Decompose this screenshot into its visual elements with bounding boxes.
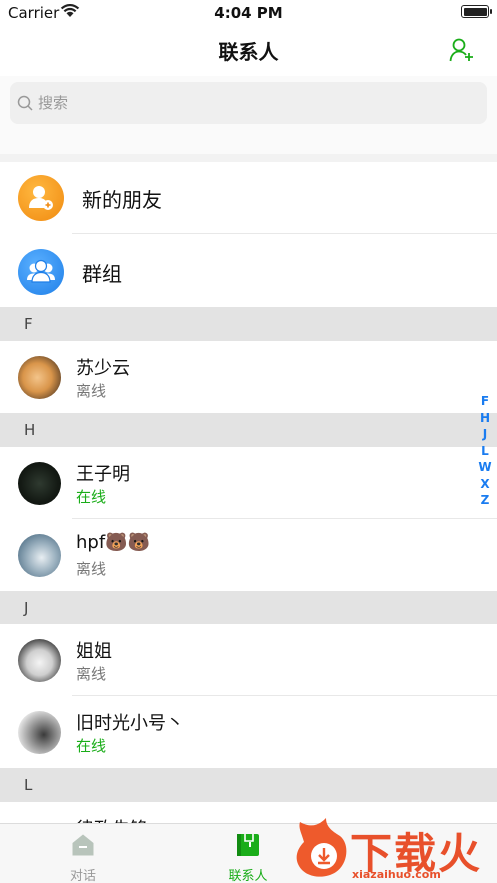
- section-letter: J: [24, 599, 29, 617]
- contact-name: 王子明: [76, 464, 130, 485]
- search-input[interactable]: [38, 82, 478, 124]
- groups-label: 群组: [82, 262, 122, 286]
- avatar: [18, 356, 61, 399]
- index-letter[interactable]: W: [478, 459, 492, 476]
- page-title: 联系人: [218, 40, 279, 64]
- chat-icon: [72, 834, 94, 856]
- contacts-icon: [237, 834, 259, 856]
- divider: [72, 233, 497, 234]
- contact-name: 姐姐: [76, 641, 112, 662]
- alphabet-index[interactable]: F H J L W X Z: [478, 393, 492, 509]
- contact-row[interactable]: hpf🐻🐻 离线: [0, 519, 497, 591]
- contact-status: 离线: [76, 382, 107, 400]
- add-user-icon[interactable]: [449, 37, 475, 63]
- index-letter[interactable]: Z: [478, 492, 492, 509]
- nav-bar: 联系人: [0, 26, 497, 76]
- contact-name: hpf🐻🐻: [76, 532, 150, 553]
- search-box[interactable]: [10, 82, 487, 124]
- avatar: [18, 462, 61, 505]
- contact-status: 在线: [76, 488, 107, 506]
- groups-row[interactable]: 群组: [0, 236, 497, 308]
- contact-row[interactable]: 王子明 在线: [0, 447, 497, 519]
- section-header-h: H: [0, 413, 497, 447]
- section-letter: L: [24, 776, 33, 794]
- section-letter: F: [24, 315, 33, 333]
- avatar: [18, 639, 61, 682]
- avatar: [18, 711, 61, 754]
- index-letter[interactable]: X: [478, 476, 492, 493]
- section-letter: H: [24, 421, 36, 439]
- contact-status: 在线: [76, 737, 107, 755]
- section-gap: [0, 154, 497, 162]
- index-letter[interactable]: F: [478, 393, 492, 410]
- search-area: [0, 76, 497, 154]
- watermark: 下载火 xiazaihuo.com: [292, 818, 497, 883]
- section-header-f: F: [0, 307, 497, 341]
- contact-name: 苏少云: [76, 358, 130, 379]
- contact-row[interactable]: 苏少云 离线: [0, 341, 497, 413]
- contact-status: 离线: [76, 665, 107, 683]
- clock: 4:04 PM: [214, 4, 283, 22]
- tab-label: 对话: [69, 869, 96, 883]
- index-letter[interactable]: H: [478, 410, 492, 427]
- section-header-j: J: [0, 591, 497, 625]
- contact-row[interactable]: 姐姐 离线: [0, 624, 497, 696]
- flame-logo-icon: [296, 818, 347, 877]
- index-letter[interactable]: J: [478, 426, 492, 443]
- section-header-l: L: [0, 768, 497, 802]
- contact-row[interactable]: 旧时光小号丶 在线: [0, 696, 497, 768]
- tab-chat[interactable]: 对话: [3, 824, 163, 883]
- index-letter[interactable]: L: [478, 443, 492, 460]
- new-friends-row[interactable]: 新的朋友: [0, 162, 497, 234]
- battery-icon: [461, 5, 492, 18]
- new-friend-icon: [18, 175, 64, 221]
- avatar: [18, 534, 61, 577]
- contact-name: 旧时光小号丶: [76, 713, 184, 734]
- contact-status: 离线: [76, 560, 107, 578]
- group-icon: [18, 249, 64, 295]
- new-friends-label: 新的朋友: [82, 188, 162, 212]
- status-bar: Carrier 4:04 PM: [0, 0, 497, 26]
- search-icon: [17, 95, 33, 111]
- watermark-url: xiazaihuo.com: [352, 868, 441, 881]
